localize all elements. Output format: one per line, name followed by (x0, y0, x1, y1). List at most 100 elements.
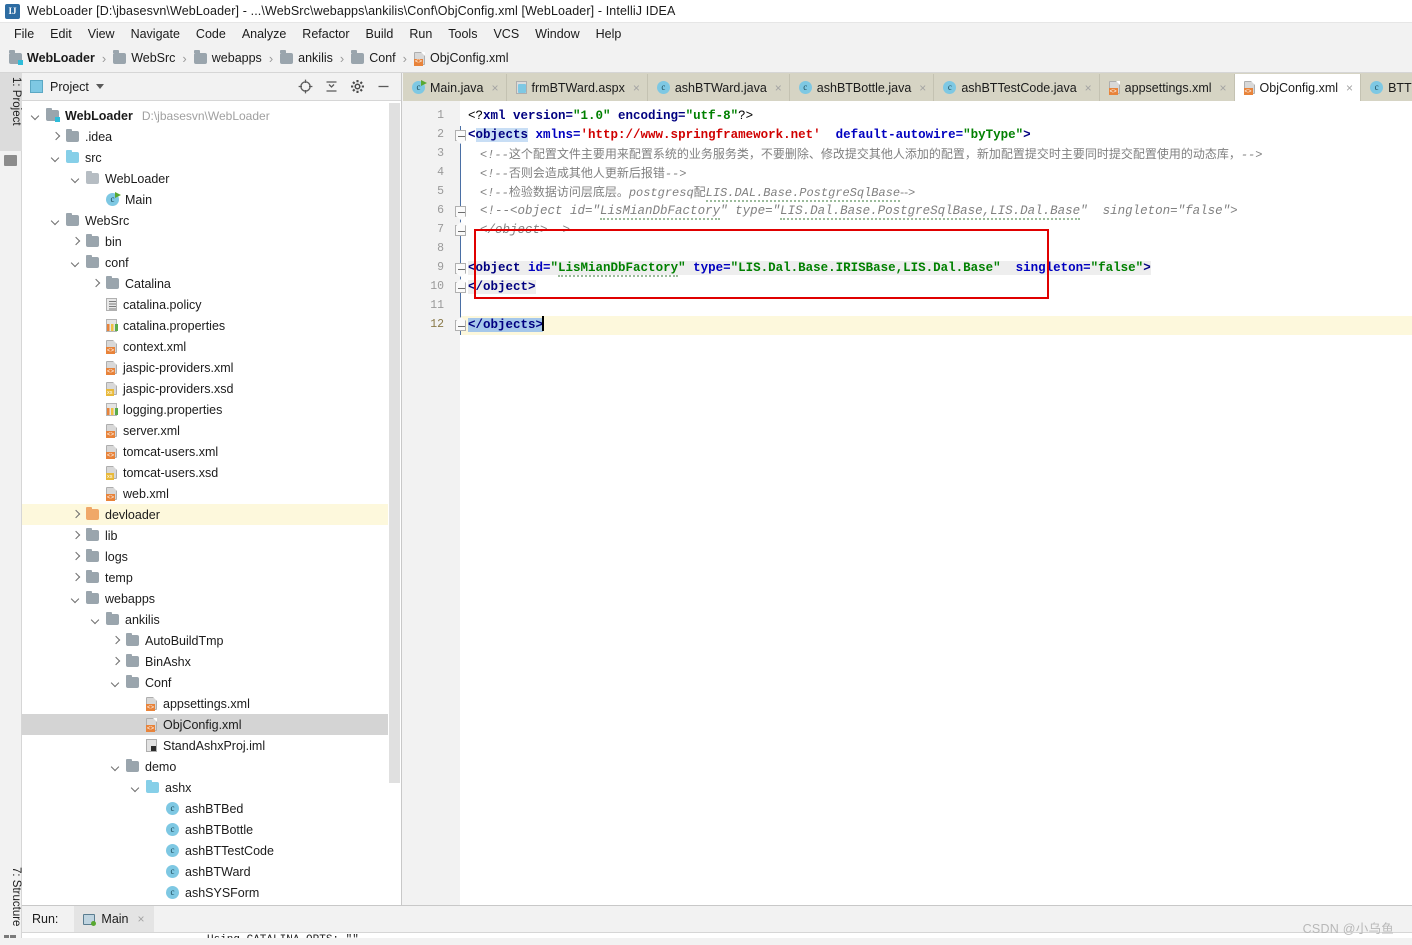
chevron-down-icon[interactable] (70, 593, 81, 604)
tree-node-demo[interactable]: demo (22, 756, 401, 777)
tree-node-ashsysform[interactable]: c ashSYSForm (22, 882, 401, 903)
menu-item-window[interactable]: Window (527, 25, 587, 43)
code-line-2[interactable]: <objects xmlns='http://www.springframewo… (468, 126, 1031, 145)
tree-node-autobuildtmp[interactable]: AutoBuildTmp (22, 630, 401, 651)
chevron-down-icon[interactable] (130, 782, 141, 793)
code-line-4[interactable]: <!--否则会造成其他人更新后报错--> (480, 164, 686, 183)
code-line-1[interactable]: <?xml version="1.0" encoding="utf-8"?> (468, 107, 753, 126)
menu-item-build[interactable]: Build (358, 25, 402, 43)
chevron-down-icon[interactable] (70, 257, 81, 268)
menu-item-help[interactable]: Help (588, 25, 630, 43)
tree-node-ashbtbed[interactable]: c ashBTBed (22, 798, 401, 819)
code-text-area[interactable]: <?xml version="1.0" encoding="utf-8"?> <o… (460, 101, 1412, 905)
tree-node-logs[interactable]: logs (22, 546, 401, 567)
tree-node-objconfig-xml[interactable]: ObjConfig.xml (22, 714, 401, 735)
locate-icon[interactable] (298, 79, 313, 94)
chevron-right-icon[interactable] (70, 530, 81, 541)
tree-node-devloader[interactable]: devloader (22, 504, 401, 525)
breadcrumb-item-conf[interactable]: Conf (348, 50, 398, 65)
tree-node-temp[interactable]: temp (22, 567, 401, 588)
tree-node-webloader[interactable]: WebLoader D:\jbasesvn\WebLoader (22, 105, 401, 126)
chevron-down-icon[interactable] (95, 84, 104, 89)
tree-node-lib[interactable]: lib (22, 525, 401, 546)
editor-tab-frmbtward-aspx[interactable]: frmBTWard.aspx × (506, 74, 648, 101)
project-tree-scroll-thumb[interactable] (389, 103, 400, 783)
editor-tab-objconfig-xml[interactable]: ObjConfig.xml × (1234, 74, 1362, 101)
tree-node-ashx[interactable]: ashx (22, 777, 401, 798)
tree-node-catalina-policy[interactable]: catalina.policy (22, 294, 401, 315)
menu-item-vcs[interactable]: VCS (485, 25, 527, 43)
collapse-all-icon[interactable] (324, 79, 339, 94)
editor-tab-main-java[interactable]: c Main.java × (403, 74, 507, 101)
tree-node-context-xml[interactable]: context.xml (22, 336, 401, 357)
close-icon[interactable]: × (775, 81, 782, 95)
gear-icon[interactable] (350, 79, 365, 94)
chevron-down-icon[interactable] (70, 173, 81, 184)
tree-node-logging-properties[interactable]: logging.properties (22, 399, 401, 420)
menu-item-edit[interactable]: Edit (42, 25, 80, 43)
tree-node-appsettings-xml[interactable]: appsettings.xml (22, 693, 401, 714)
menu-item-tools[interactable]: Tools (440, 25, 485, 43)
code-line-5[interactable]: <!--检验数据访问层底层。postgresq配LIS.DAL.Base.Pos… (480, 183, 915, 202)
editor-tab-ashbtward-java[interactable]: c ashBTWard.java × (647, 74, 790, 101)
hide-icon[interactable] (376, 79, 391, 94)
tree-node-websrc[interactable]: WebSrc (22, 210, 401, 231)
tree-node-main[interactable]: c Main (22, 189, 401, 210)
breadcrumb-item-objconfig-xml[interactable]: ObjConfig.xml (411, 51, 512, 66)
project-tree[interactable]: WebLoader D:\jbasesvn\WebLoader .idea src We… (22, 101, 401, 905)
code-line-10[interactable]: </object> (468, 278, 536, 297)
run-tab-main[interactable]: Main × (74, 906, 154, 932)
editor-tab-ashbtbottle-java[interactable]: c ashBTBottle.java × (789, 74, 935, 101)
close-icon[interactable]: × (138, 912, 145, 926)
chevron-down-icon[interactable] (50, 215, 61, 226)
chevron-right-icon[interactable] (70, 551, 81, 562)
chevron-right-icon[interactable] (110, 656, 121, 667)
menu-item-file[interactable]: File (6, 25, 42, 43)
close-icon[interactable]: × (633, 81, 640, 95)
menu-item-refactor[interactable]: Refactor (294, 25, 357, 43)
code-line-3[interactable]: <!--这个配置文件主要用来配置系统的业务服务类，不要删除、修改提交其他人添加的… (480, 145, 1262, 164)
tree-node-server-xml[interactable]: server.xml (22, 420, 401, 441)
code-line-9[interactable]: <object id="LisMianDbFactory" type="LIS.… (468, 259, 1151, 278)
close-icon[interactable]: × (492, 81, 499, 95)
menu-item-run[interactable]: Run (401, 25, 440, 43)
code-line-6[interactable]: <!--<object id="LisMianDbFactory" type="… (480, 202, 1238, 221)
tree-node-conf[interactable]: Conf (22, 672, 401, 693)
tree-node-webapps[interactable]: webapps (22, 588, 401, 609)
tree-node-catalina[interactable]: Catalina (22, 273, 401, 294)
tree-node-ashbttestcode[interactable]: c ashBTTestCode (22, 840, 401, 861)
chevron-right-icon[interactable] (70, 572, 81, 583)
tree-node-tomcat-users-xsd[interactable]: tomcat-users.xsd (22, 462, 401, 483)
breadcrumb-item-ankilis[interactable]: ankilis (277, 50, 336, 65)
editor-tab-btt[interactable]: c BTT (1361, 74, 1412, 101)
close-icon[interactable]: × (919, 81, 926, 95)
project-tree-scrollbar[interactable] (388, 101, 401, 905)
tree-node-catalina-properties[interactable]: catalina.properties (22, 315, 401, 336)
chevron-down-icon[interactable] (110, 761, 121, 772)
code-line-12[interactable]: </objects> (468, 316, 544, 335)
chevron-right-icon[interactable] (110, 635, 121, 646)
chevron-right-icon[interactable] (70, 509, 81, 520)
editor-tab-appsettings-xml[interactable]: appsettings.xml × (1099, 74, 1235, 101)
tool-tab-project[interactable]: 1: Project (0, 73, 22, 151)
chevron-right-icon[interactable] (70, 236, 81, 247)
tool-tab-structure[interactable]: 7: Structure (0, 863, 22, 943)
tree-node-jaspic-providers-xml[interactable]: jaspic-providers.xml (22, 357, 401, 378)
breadcrumb-item-webapps[interactable]: webapps (191, 50, 265, 65)
tree-node-bin[interactable]: bin (22, 231, 401, 252)
menu-item-view[interactable]: View (80, 25, 123, 43)
chevron-down-icon[interactable] (110, 677, 121, 688)
menu-item-analyze[interactable]: Analyze (234, 25, 294, 43)
menu-item-code[interactable]: Code (188, 25, 234, 43)
code-editor[interactable]: 1 2 3 4 5 6 7 8 9 10 11 12 <?xml version="1.0" enco… (403, 101, 1412, 905)
code-line-7[interactable]: </object>--> (480, 221, 570, 240)
tree-node-ashbtbottle[interactable]: c ashBTBottle (22, 819, 401, 840)
close-icon[interactable]: × (1085, 81, 1092, 95)
editor-tab-ashbttestcode-java[interactable]: c ashBTTestCode.java × (934, 74, 1100, 101)
tree-node-src[interactable]: src (22, 147, 401, 168)
chevron-down-icon[interactable] (90, 614, 101, 625)
chevron-down-icon[interactable] (50, 152, 61, 163)
breadcrumb-item-webloader[interactable]: WebLoader (6, 50, 98, 65)
chevron-down-icon[interactable] (30, 110, 41, 121)
tree-node-web-xml[interactable]: web.xml (22, 483, 401, 504)
